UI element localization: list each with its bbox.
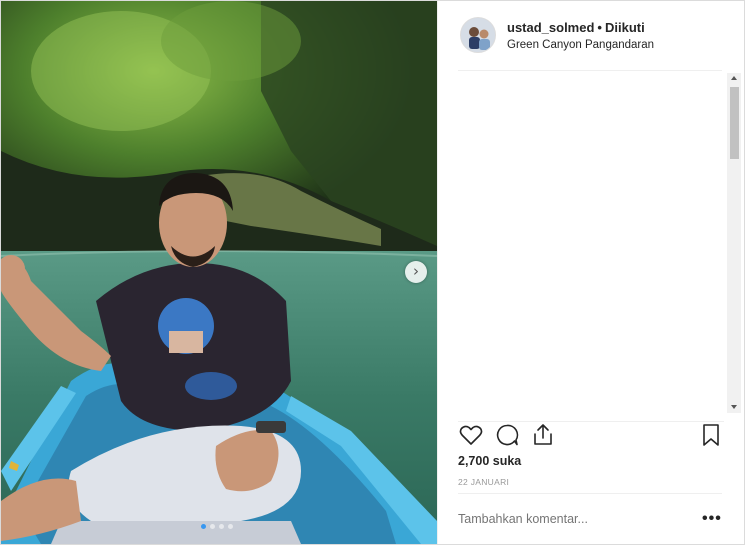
post-modal: › ustad_solmed • Diikuti Green Canyon Pa…: [0, 0, 745, 545]
avatar-image: [461, 18, 495, 52]
follow-status-button[interactable]: Diikuti: [605, 20, 645, 35]
comments-list: [458, 71, 742, 411]
location-link[interactable]: Green Canyon Pangandaran: [507, 39, 654, 51]
post-username-row: ustad_solmed • Diikuti: [507, 20, 645, 35]
carousel-next-button[interactable]: ›: [405, 261, 427, 283]
photo-image: [1, 1, 437, 544]
bookmark-icon[interactable]: [698, 422, 724, 448]
post-actions: [458, 421, 724, 449]
scroll-down-icon[interactable]: [731, 405, 737, 409]
avatar[interactable]: [460, 17, 496, 53]
separator-dot: •: [597, 20, 602, 35]
carousel-indicator: [201, 524, 233, 529]
username-link[interactable]: ustad_solmed: [507, 20, 594, 35]
scroll-up-icon[interactable]: [731, 76, 737, 80]
more-options-button[interactable]: •••: [702, 510, 722, 528]
carousel-dot: [228, 524, 233, 529]
carousel-dot: [219, 524, 224, 529]
scroll-thumb[interactable]: [730, 87, 739, 159]
comment-icon[interactable]: [494, 422, 520, 448]
carousel-dot: [201, 524, 206, 529]
comment-input[interactable]: [458, 512, 678, 526]
post-header: ustad_solmed • Diikuti Green Canyon Pangan…: [458, 15, 722, 71]
comments-scrollbar[interactable]: [727, 73, 741, 413]
post-side-panel: ustad_solmed • Diikuti Green Canyon Pangan…: [437, 1, 745, 544]
post-date[interactable]: 22 JANUARI: [458, 477, 509, 487]
carousel-dot: [210, 524, 215, 529]
share-icon[interactable]: [530, 422, 556, 448]
heart-icon[interactable]: [458, 422, 484, 448]
post-photo[interactable]: ›: [1, 1, 437, 544]
comment-bar: •••: [458, 493, 722, 543]
likes-count[interactable]: 2,700 suka: [458, 454, 521, 468]
